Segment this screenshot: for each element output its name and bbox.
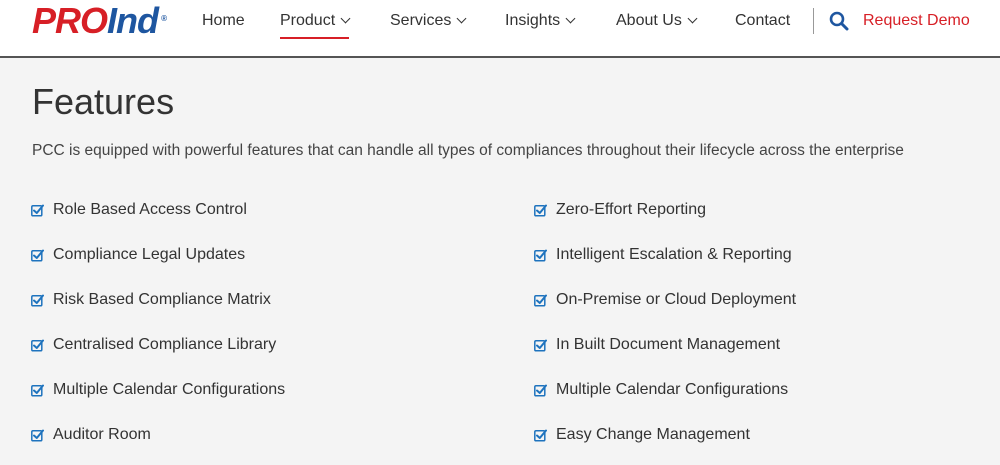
page-title: Features bbox=[32, 81, 175, 122]
checkbox-checked-icon bbox=[534, 293, 547, 307]
site-header: PROInd ® Home Product Services Insights A… bbox=[0, 0, 1000, 58]
list-item: Role Based Access Control bbox=[31, 200, 247, 220]
checkbox-checked-icon bbox=[534, 383, 547, 397]
checkbox-checked-icon bbox=[31, 428, 44, 442]
checkbox-checked-icon bbox=[534, 428, 547, 442]
nav-about-us[interactable]: About Us bbox=[616, 12, 698, 30]
nav-product[interactable]: Product bbox=[280, 12, 351, 39]
feature-label: Auditor Room bbox=[53, 426, 151, 443]
feature-label: Risk Based Compliance Matrix bbox=[53, 291, 271, 308]
nav-contact-label: Contact bbox=[735, 12, 791, 29]
nav-home[interactable]: Home bbox=[202, 12, 245, 30]
logo-text-ind: Ind bbox=[107, 0, 159, 41]
page-subtitle: PCC is equipped with powerful features t… bbox=[32, 142, 904, 159]
list-item: Easy Change Management bbox=[534, 425, 750, 445]
nav-insights[interactable]: Insights bbox=[505, 12, 576, 30]
proind-logo[interactable]: PROInd ® bbox=[32, 0, 167, 41]
list-item: Risk Based Compliance Matrix bbox=[31, 290, 271, 310]
nav-services[interactable]: Services bbox=[390, 12, 467, 30]
nav-services-label: Services bbox=[390, 12, 452, 29]
feature-label: Zero-Effort Reporting bbox=[556, 201, 706, 218]
feature-label: Compliance Legal Updates bbox=[53, 246, 246, 263]
list-item: Multiple Calendar Configurations bbox=[31, 380, 286, 400]
request-demo-link[interactable]: Request Demo bbox=[863, 12, 970, 30]
feature-label: Multiple Calendar Configurations bbox=[556, 381, 789, 398]
chevron-down-icon bbox=[340, 13, 351, 24]
registered-mark: ® bbox=[161, 14, 167, 23]
feature-label: Multiple Calendar Configurations bbox=[53, 381, 286, 398]
list-item: Centralised Compliance Library bbox=[31, 335, 277, 355]
checkbox-checked-icon bbox=[534, 338, 547, 352]
nav-divider bbox=[813, 8, 814, 34]
feature-label: On-Premise or Cloud Deployment bbox=[556, 291, 797, 308]
list-item: Intelligent Escalation & Reporting bbox=[534, 245, 792, 265]
nav-product-label: Product bbox=[280, 12, 336, 29]
feature-label: Role Based Access Control bbox=[53, 201, 247, 218]
nav-home-label: Home bbox=[202, 12, 245, 29]
list-item: In Built Document Management bbox=[534, 335, 781, 355]
feature-label: Centralised Compliance Library bbox=[53, 336, 277, 353]
list-item: Multiple Calendar Configurations bbox=[534, 380, 789, 400]
nav-about-us-label: About Us bbox=[616, 12, 682, 29]
list-item: Zero-Effort Reporting bbox=[534, 200, 706, 220]
checkbox-checked-icon bbox=[534, 248, 547, 262]
list-item: On-Premise or Cloud Deployment bbox=[534, 290, 797, 310]
chevron-down-icon bbox=[565, 13, 576, 24]
search-icon[interactable] bbox=[829, 11, 849, 31]
nav-contact[interactable]: Contact bbox=[735, 12, 790, 30]
checkbox-checked-icon bbox=[31, 248, 44, 262]
chevron-down-icon bbox=[456, 13, 467, 24]
logo-text-pro: PRO bbox=[32, 0, 108, 41]
checkbox-checked-icon bbox=[31, 338, 44, 352]
checkbox-checked-icon bbox=[534, 203, 547, 217]
checkbox-checked-icon bbox=[31, 203, 44, 217]
feature-label: In Built Document Management bbox=[556, 336, 781, 353]
checkbox-checked-icon bbox=[31, 293, 44, 307]
list-item: Compliance Legal Updates bbox=[31, 245, 246, 265]
feature-label: Intelligent Escalation & Reporting bbox=[556, 246, 792, 263]
chevron-down-icon bbox=[687, 13, 698, 24]
list-item: Auditor Room bbox=[31, 425, 151, 445]
nav-insights-label: Insights bbox=[505, 12, 561, 29]
checkbox-checked-icon bbox=[31, 383, 44, 397]
feature-label: Easy Change Management bbox=[556, 426, 750, 443]
